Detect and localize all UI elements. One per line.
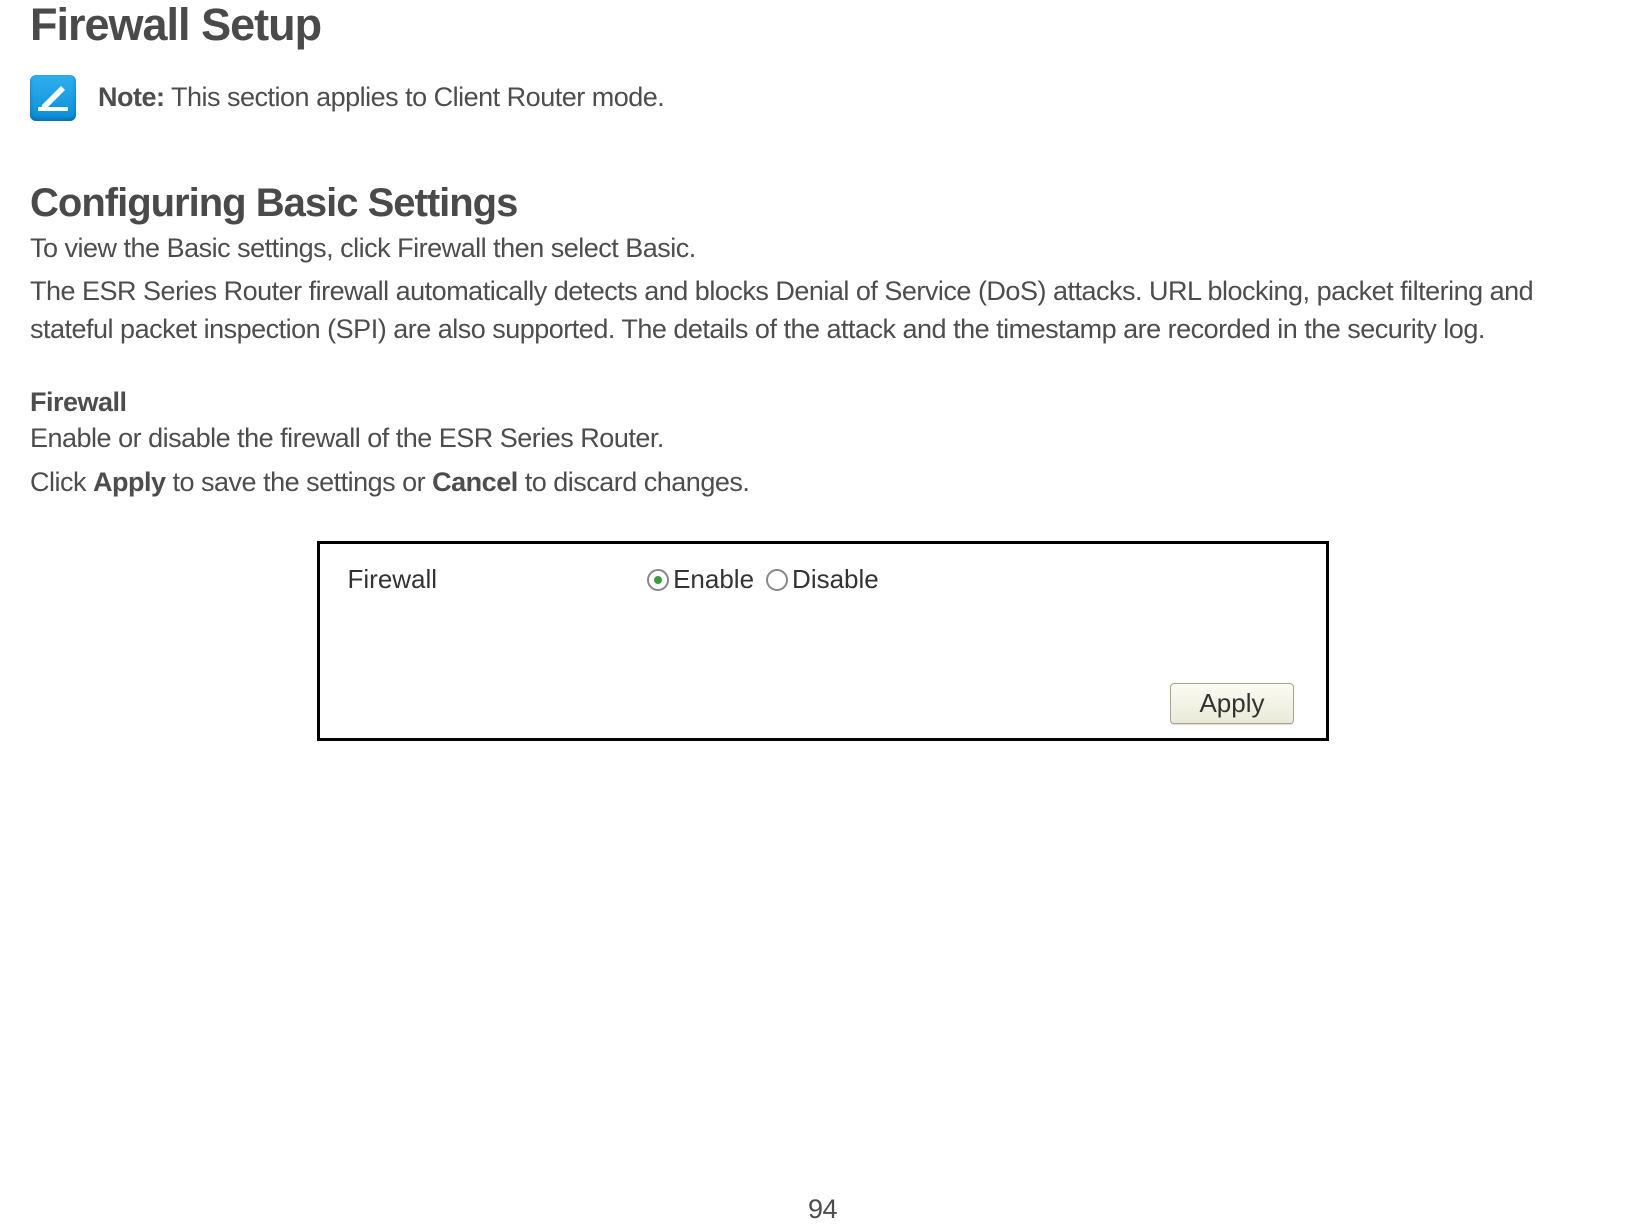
note-label: Note: — [98, 82, 165, 112]
enable-radio[interactable] — [647, 569, 669, 591]
firewall-instruction: Click Apply to save the settings or Canc… — [30, 464, 1615, 502]
enable-radio-label: Enable — [673, 564, 754, 595]
intro-paragraph-1: To view the Basic settings, click Firewa… — [30, 230, 1615, 268]
instruction-suffix: to discard changes. — [518, 467, 750, 497]
disable-radio[interactable] — [766, 569, 788, 591]
firewall-row: Firewall Enable Disable — [348, 564, 1298, 595]
enable-radio-item[interactable]: Enable — [647, 564, 754, 595]
panel-wrap: Firewall Enable Disable Apply — [30, 541, 1615, 741]
firewall-radio-group: Enable Disable — [647, 564, 879, 595]
page-title: Firewall Setup — [30, 0, 1615, 50]
firewall-settings-panel: Firewall Enable Disable Apply — [317, 541, 1329, 741]
subheading: Configuring Basic Settings — [30, 181, 1615, 226]
intro-paragraph-2: The ESR Series Router firewall automatic… — [30, 273, 1615, 349]
firewall-description: Enable or disable the firewall of the ES… — [30, 420, 1615, 458]
disable-radio-label: Disable — [792, 564, 879, 595]
instruction-mid: to save the settings or — [166, 467, 433, 497]
note-text: Note: This section applies to Client Rou… — [98, 82, 664, 113]
cancel-word: Cancel — [432, 467, 518, 497]
page-number: 94 — [0, 1194, 1645, 1225]
document-page: Firewall Setup Note: This section applie… — [0, 0, 1645, 1231]
firewall-heading: Firewall — [30, 387, 1615, 418]
disable-radio-item[interactable]: Disable — [766, 564, 879, 595]
apply-button[interactable]: Apply — [1170, 683, 1293, 724]
firewall-label: Firewall — [348, 564, 438, 595]
instruction-prefix: Click — [30, 467, 93, 497]
pencil-note-icon — [30, 75, 76, 121]
note-body: This section applies to Client Router mo… — [171, 82, 664, 112]
apply-word: Apply — [93, 467, 166, 497]
note-row: Note: This section applies to Client Rou… — [30, 75, 1615, 121]
